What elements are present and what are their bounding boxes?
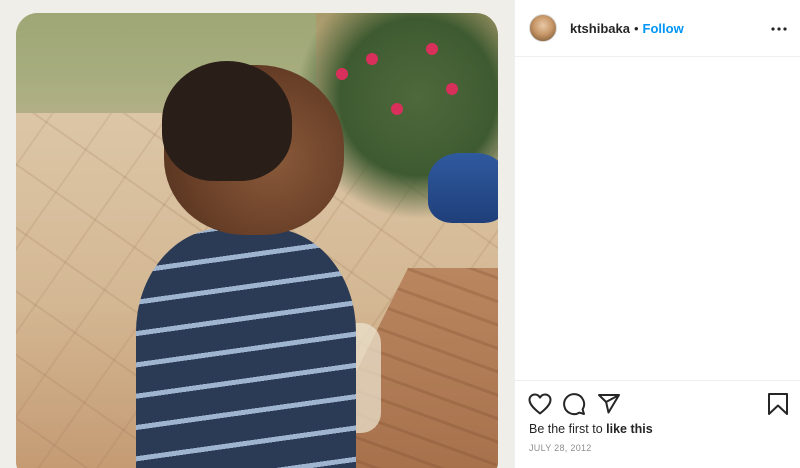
post-date[interactable]: JULY 28, 2012 xyxy=(529,443,592,453)
action-bar: Be the first to like this JULY 28, 2012 xyxy=(515,380,800,468)
bookmark-icon xyxy=(768,393,788,415)
photo-flower xyxy=(336,68,348,80)
more-horizontal-icon xyxy=(771,27,787,31)
avatar[interactable] xyxy=(529,14,557,42)
heart-icon xyxy=(528,393,552,415)
separator-dot: • xyxy=(633,20,639,36)
photo-pane xyxy=(0,0,514,468)
post-side-panel: ktshibaka • Follow Be the first to like … xyxy=(514,0,800,468)
photo-child-hair xyxy=(162,61,292,181)
username[interactable]: ktshibaka xyxy=(570,21,630,36)
photo-flower xyxy=(366,53,378,65)
photo-flower xyxy=(391,103,403,115)
more-options-button[interactable] xyxy=(767,17,791,41)
post-photo[interactable] xyxy=(16,13,498,468)
like-button[interactable] xyxy=(527,391,553,417)
save-button[interactable] xyxy=(765,391,791,417)
comments-area xyxy=(515,57,800,380)
comment-icon xyxy=(563,393,586,416)
likes-prefix: Be the first to xyxy=(529,422,607,436)
likes-summary: Be the first to like this xyxy=(529,422,653,436)
comment-button[interactable] xyxy=(561,391,587,417)
follow-button[interactable]: Follow xyxy=(643,21,684,36)
post-header: ktshibaka • Follow xyxy=(515,0,800,57)
action-buttons xyxy=(527,391,791,417)
photo-flower xyxy=(426,43,438,55)
like-this-link[interactable]: like this xyxy=(606,422,653,436)
share-button[interactable] xyxy=(596,391,622,417)
photo-flower-pot xyxy=(428,153,498,223)
share-icon xyxy=(598,394,620,414)
photo-flower xyxy=(446,83,458,95)
photo-child-shirt xyxy=(136,228,356,468)
